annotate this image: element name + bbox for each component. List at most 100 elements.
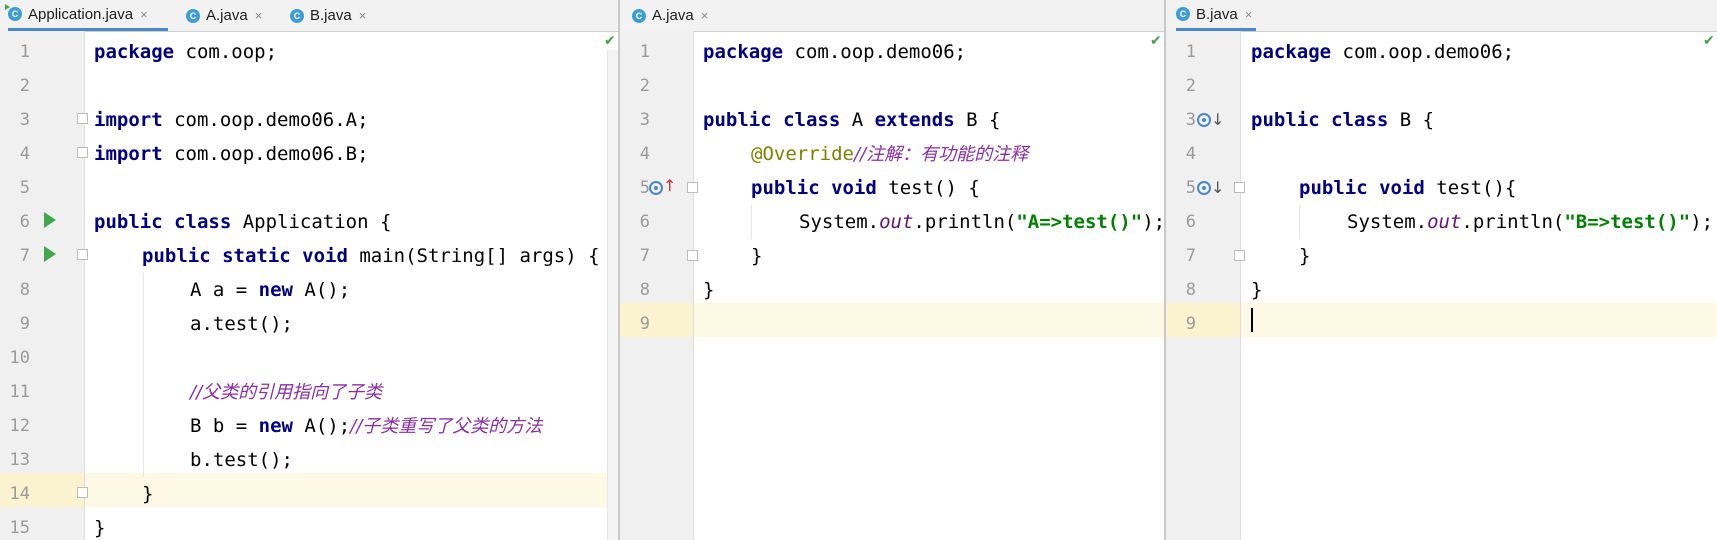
code-line: public static void main(String[] args) { [142, 245, 600, 267]
is-overridden-icon[interactable] [1197, 181, 1211, 195]
line-number: 6 [639, 212, 650, 232]
java-class-icon: C [186, 8, 200, 23]
code-line: public class A extends B { [703, 109, 1001, 131]
vertical-scrollbar[interactable] [607, 50, 618, 540]
current-line-highlight [1241, 303, 1717, 337]
close-icon[interactable]: × [701, 8, 709, 23]
run-class-icon[interactable] [44, 212, 56, 228]
code-line: } [751, 245, 763, 267]
tab-bar: C A.java × [620, 0, 1164, 32]
tab-application-java[interactable]: C Application.java × [5, 0, 168, 31]
editor-pane-a-java: C A.java × 1 2 3 4 5 6 7 8 9 ↑ package c… [620, 0, 1164, 540]
line-number: 3 [19, 110, 30, 130]
java-class-icon: C [290, 8, 304, 23]
tab-label: A.java [206, 7, 248, 24]
code-line: } [703, 279, 715, 301]
line-number: 7 [639, 246, 650, 266]
arrow-down-icon: ↓ [1211, 110, 1225, 129]
code-line: import com.oop.demo06.A; [94, 109, 369, 131]
fold-marker-icon[interactable] [77, 113, 88, 124]
ide-editor: C Application.java × C A.java × C B.java… [0, 0, 1717, 540]
tab-bar: C B.java × [1166, 0, 1717, 32]
line-number: 13 [9, 450, 30, 470]
indent-guide [751, 205, 752, 239]
inspection-ok-icon: ✔ [1150, 33, 1162, 49]
line-number: 6 [19, 212, 30, 232]
code-line: public class B { [1251, 109, 1435, 131]
line-number: 2 [1185, 76, 1196, 96]
code-line: public class Application { [94, 211, 392, 233]
line-number: 7 [19, 246, 30, 266]
overrides-method-icon[interactable] [649, 181, 663, 195]
fold-marker-icon[interactable] [77, 249, 88, 260]
line-number: 12 [9, 416, 30, 436]
line-number: 6 [1185, 212, 1196, 232]
code-line: import com.oop.demo06.B; [94, 143, 369, 165]
tab-a-java[interactable]: C A.java × [186, 0, 262, 31]
close-icon[interactable]: × [140, 7, 148, 22]
line-number: 14 [9, 484, 30, 504]
line-number: 4 [19, 144, 30, 164]
code-line: public void test(){ [1299, 177, 1517, 199]
arrow-down-icon: ↓ [1211, 178, 1225, 197]
fold-marker-icon[interactable] [1234, 182, 1245, 193]
fold-marker-icon[interactable] [687, 182, 698, 193]
tab-a-java[interactable]: C A.java × [632, 0, 708, 31]
code-line: A a = new A(); [190, 279, 351, 301]
tab-label: B.java [1196, 5, 1238, 23]
line-number: 1 [1185, 42, 1196, 62]
java-class-icon: C [632, 8, 646, 23]
line-number: 2 [639, 76, 650, 96]
line-number: 1 [19, 42, 30, 62]
code-line: //父类的引用指向了子类 [190, 382, 383, 403]
line-number: 5 [639, 178, 650, 198]
line-number: 4 [1185, 144, 1196, 164]
code-line: } [142, 483, 154, 505]
java-class-icon: C [1176, 7, 1190, 21]
code-line: System.out.println("B=>test()"); [1347, 211, 1714, 233]
code-line: System.out.println("A=>test()"); [799, 211, 1164, 233]
is-overridden-icon[interactable] [1197, 113, 1211, 127]
line-number: 3 [1185, 110, 1196, 130]
tab-label: B.java [310, 7, 352, 24]
inspection-ok-icon: ✔ [1703, 33, 1715, 49]
editor-pane-b-java: C B.java × 1 2 3 4 5 6 7 8 9 ↓ ↓ package… [1166, 0, 1717, 540]
code-line: } [94, 517, 106, 539]
code-line: package com.oop.demo06; [703, 41, 967, 63]
tab-b-java[interactable]: C B.java × [1176, 0, 1257, 31]
code-line: @Override//注解：有功能的注释 [751, 143, 1029, 165]
fold-marker-icon[interactable] [1234, 250, 1245, 261]
code-line: b.test(); [190, 449, 293, 471]
line-number: 5 [19, 178, 30, 198]
fold-marker-icon[interactable] [77, 147, 88, 158]
close-icon[interactable]: × [359, 8, 367, 23]
code-line: public void test() { [751, 177, 980, 199]
indent-guide [1299, 205, 1300, 239]
line-number: 3 [639, 110, 650, 130]
indent-guide [143, 273, 144, 477]
tab-label: A.java [652, 7, 694, 24]
code-line: } [1251, 279, 1263, 301]
line-number: 1 [639, 42, 650, 62]
line-number: 5 [1185, 178, 1196, 198]
code-line: } [1299, 245, 1311, 267]
close-icon[interactable]: × [1245, 7, 1253, 22]
inspection-ok-icon: ✔ [604, 33, 616, 49]
current-line-highlight [85, 473, 608, 507]
editor-pane-application: C Application.java × C A.java × C B.java… [0, 0, 618, 540]
code-line: package com.oop.demo06; [1251, 41, 1515, 63]
code-line: a.test(); [190, 313, 293, 335]
code-line: B b = new A();//子类重写了父类的方法 [190, 415, 543, 437]
fold-marker-icon[interactable] [77, 487, 88, 498]
line-number: 8 [1185, 280, 1196, 300]
run-main-icon[interactable] [44, 246, 56, 262]
close-icon[interactable]: × [255, 8, 263, 23]
tab-b-java[interactable]: C B.java × [290, 0, 366, 31]
arrow-up-icon: ↑ [663, 176, 677, 195]
line-number: 8 [639, 280, 650, 300]
tab-label: Application.java [28, 5, 134, 23]
line-number: 9 [1185, 314, 1196, 334]
fold-marker-icon[interactable] [687, 250, 698, 261]
line-number: 9 [639, 314, 650, 334]
line-number: 4 [639, 144, 650, 164]
